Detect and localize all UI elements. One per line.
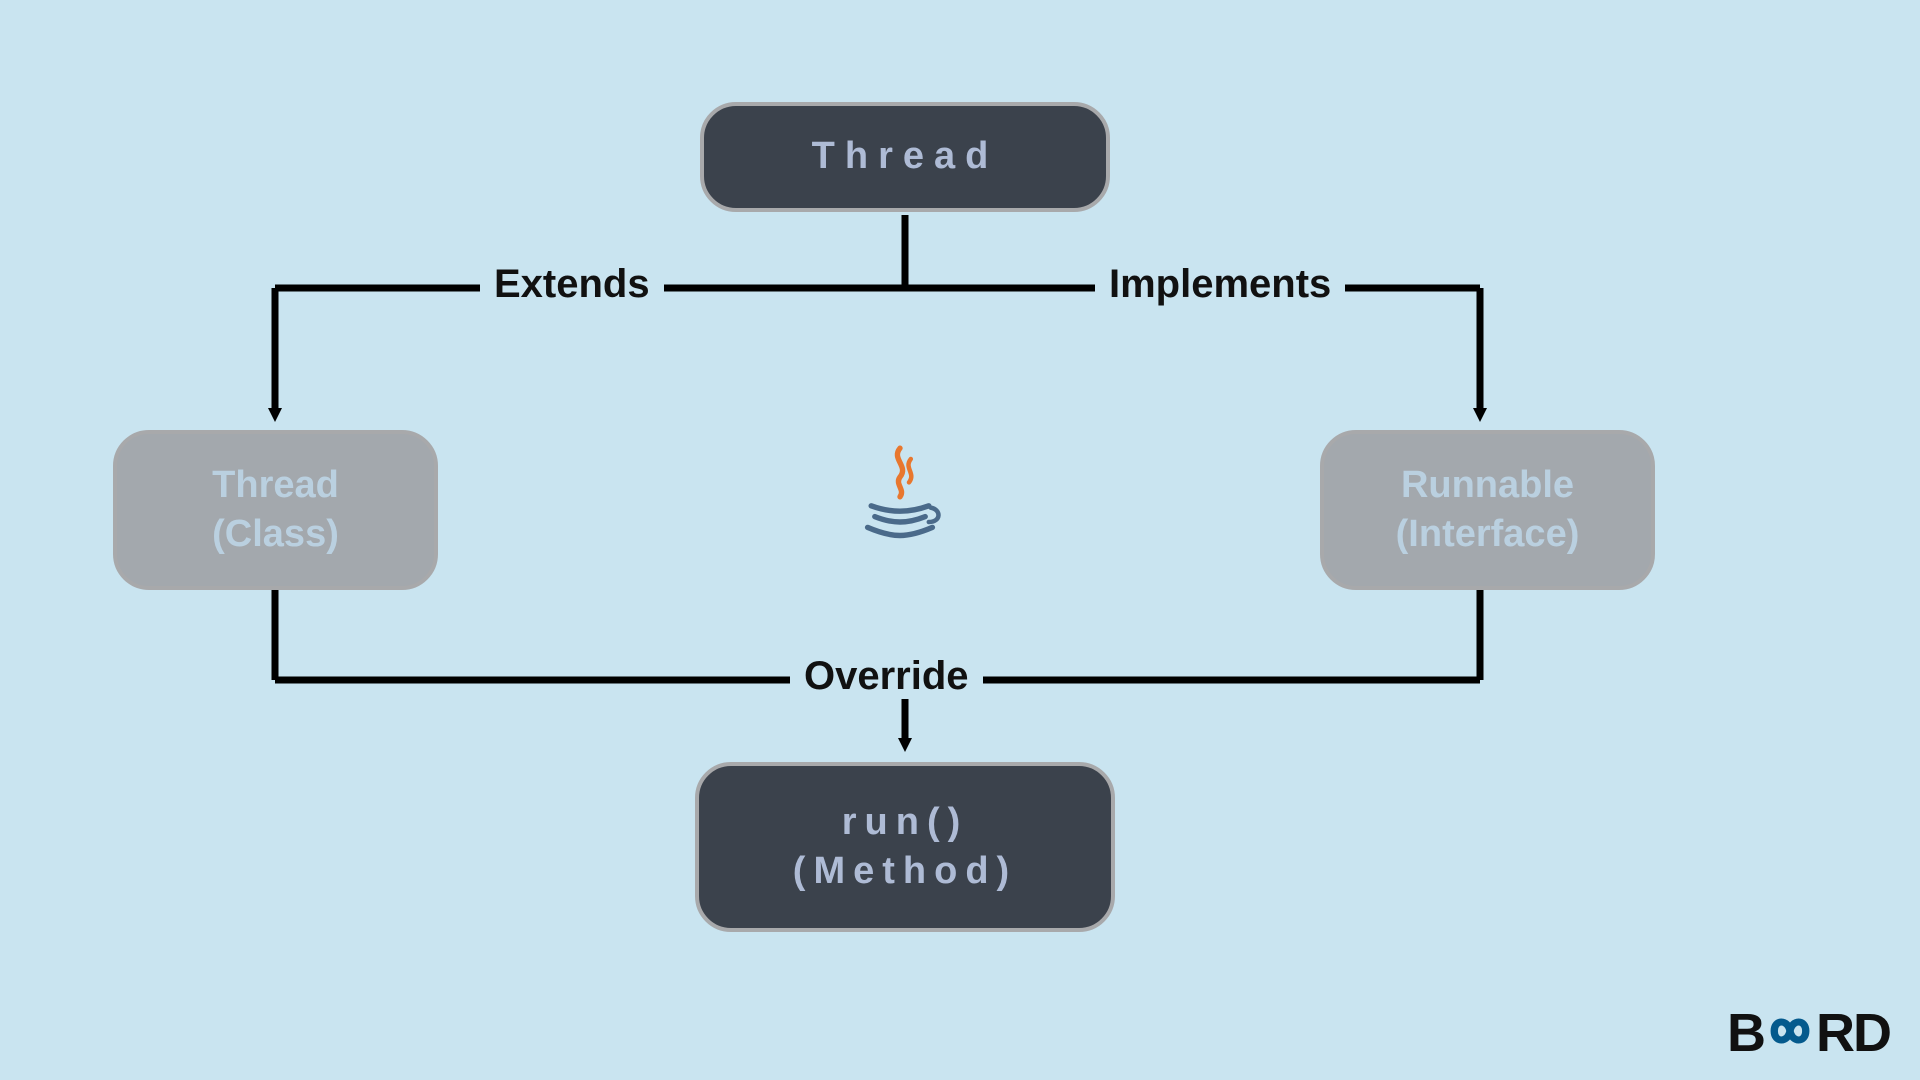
brand-logo: B RD	[1727, 1002, 1890, 1064]
node-thread: Thread	[700, 102, 1110, 212]
brand-infinity-icon	[1759, 1006, 1822, 1060]
node-thread-class-line1: Thread	[212, 461, 339, 510]
node-run-line1: run()	[842, 798, 969, 847]
diagram-canvas: Thread Extends Implements Thread (Class)…	[0, 0, 1920, 1080]
edge-label-override: Override	[790, 654, 983, 699]
node-runnable-line2: (Interface)	[1396, 510, 1580, 559]
java-icon	[855, 440, 945, 550]
node-run-method: run() (Method)	[695, 762, 1115, 932]
node-runnable-interface: Runnable (Interface)	[1320, 430, 1655, 590]
node-runnable-line1: Runnable	[1401, 461, 1574, 510]
node-thread-class-line2: (Class)	[212, 510, 339, 559]
brand-suffix: RD	[1816, 1002, 1890, 1064]
node-thread-label: Thread	[812, 132, 999, 181]
edge-label-implements: Implements	[1095, 262, 1345, 307]
node-thread-class: Thread (Class)	[113, 430, 438, 590]
node-run-line2: (Method)	[793, 847, 1017, 896]
edge-label-extends: Extends	[480, 262, 664, 307]
